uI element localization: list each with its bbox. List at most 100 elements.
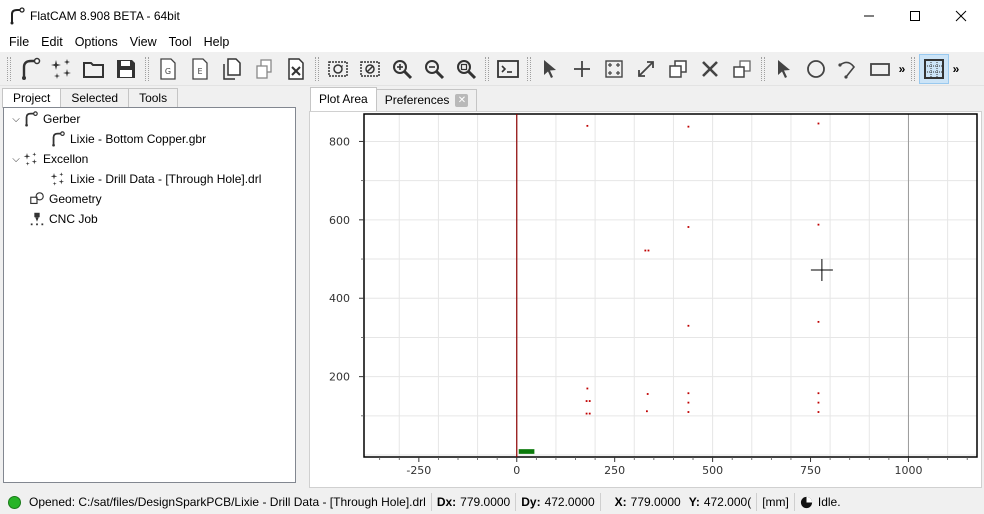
- drill-hole-point: [646, 410, 648, 413]
- tab-selected[interactable]: Selected: [60, 88, 130, 107]
- status-indicator-icon: [8, 495, 21, 509]
- status-bar: Opened: C:/sat/files/DesignSparkPCB/Lixi…: [0, 490, 984, 514]
- menu-file[interactable]: File: [3, 35, 35, 49]
- toolbar-grip[interactable]: [315, 56, 319, 81]
- zoom-in-icon: [393, 59, 413, 79]
- select-tool-button[interactable]: [535, 54, 565, 84]
- drill-hole-point: [588, 412, 591, 415]
- main-toolbar: G E » »: [0, 52, 984, 86]
- toolbar-grip[interactable]: [485, 56, 489, 81]
- drill-hole-point: [585, 412, 588, 415]
- title-bar: FlatCAM 8.908 BETA - 64bit: [0, 0, 984, 31]
- tab-project[interactable]: Project: [2, 88, 62, 108]
- cnc-drill-icon: [28, 210, 46, 228]
- open-gerber-button[interactable]: [15, 54, 45, 84]
- duplicate-object-icon: [256, 58, 272, 79]
- clear-plot-button[interactable]: [355, 54, 385, 84]
- snap-grid-button[interactable]: [919, 53, 949, 84]
- activity-icon: [800, 496, 812, 508]
- tree-item-excellon[interactable]: ⌵ Excellon: [10, 149, 88, 169]
- add-circle-button[interactable]: [801, 54, 831, 84]
- menu-help[interactable]: Help: [198, 35, 236, 49]
- save-icon: [117, 59, 135, 78]
- open-excellon-button[interactable]: [47, 54, 77, 84]
- drill-hole-point: [586, 124, 589, 127]
- minimize-button[interactable]: [846, 0, 892, 31]
- toolbar-overflow-button-2[interactable]: »: [950, 54, 962, 84]
- new-excellon-button[interactable]: E: [185, 54, 215, 84]
- delete-icon: [702, 60, 718, 77]
- toolbar-grip[interactable]: [761, 56, 765, 81]
- zoom-in-button[interactable]: [387, 54, 417, 84]
- drill-hole-point: [817, 223, 820, 226]
- notebook-tabs: Project Selected Tools: [2, 88, 303, 108]
- y-tick-label: 600: [329, 214, 350, 227]
- toolbar-grip[interactable]: [911, 56, 915, 81]
- separator: [430, 493, 432, 511]
- new-document-button[interactable]: [217, 54, 247, 84]
- add-rectangle-button[interactable]: [865, 54, 895, 84]
- shell-button[interactable]: [493, 54, 523, 84]
- drill-hole-point: [588, 400, 591, 402]
- add-drill-array-button[interactable]: [599, 54, 629, 84]
- tab-preferences[interactable]: Preferences ✕: [375, 89, 478, 111]
- flatcam-window: FlatCAM 8.908 BETA - 64bit File Edit Opt…: [0, 0, 984, 514]
- duplicate-button[interactable]: [249, 54, 279, 84]
- toolbar-grip[interactable]: [7, 56, 11, 81]
- maximize-button[interactable]: [892, 0, 938, 31]
- x-value: 779.0000: [630, 495, 681, 509]
- toolbar-grip[interactable]: [145, 56, 149, 81]
- menu-options[interactable]: Options: [69, 35, 124, 49]
- expand-chevron-icon[interactable]: ⌵: [10, 154, 22, 165]
- gerber-icon: [49, 130, 67, 148]
- plot-background: [364, 114, 977, 457]
- tree-item-cnc-job[interactable]: CNC Job: [28, 209, 98, 229]
- save-project-button[interactable]: [111, 54, 141, 84]
- snap-grid-icon: [924, 58, 944, 79]
- plot-svg[interactable]: -250 0 250 500 750 1000 200 400 600 800: [310, 112, 981, 487]
- expand-chevron-icon[interactable]: ⌵: [10, 114, 22, 125]
- plot-canvas[interactable]: -250 0 250 500 750 1000 200 400 600 800: [309, 111, 982, 488]
- tree-item-geometry[interactable]: Geometry: [28, 189, 102, 209]
- flatcam-logo-icon: [10, 6, 25, 24]
- tab-tools[interactable]: Tools: [128, 88, 179, 107]
- drill-hole-point: [646, 393, 649, 395]
- drill-hole-point: [687, 226, 690, 228]
- menu-view[interactable]: View: [124, 35, 163, 49]
- toolbar-overflow-button[interactable]: »: [896, 54, 908, 84]
- resize-drill-button[interactable]: [631, 54, 661, 84]
- drill-hole-point: [644, 249, 647, 252]
- tree-item-label: Lixie - Bottom Copper.gbr: [70, 132, 207, 146]
- delete-drill-button[interactable]: [695, 54, 725, 84]
- zoom-fit-button[interactable]: [451, 54, 481, 84]
- open-gerber-icon: [22, 57, 41, 80]
- replot-button[interactable]: [323, 54, 353, 84]
- delete-object-button[interactable]: [281, 54, 311, 84]
- menu-edit[interactable]: Edit: [35, 35, 69, 49]
- drill-hole-point: [817, 411, 820, 413]
- geo-select-button[interactable]: [769, 54, 799, 84]
- open-excellon-icon: [51, 58, 71, 79]
- add-drill-button[interactable]: [567, 54, 597, 84]
- move-drill-button[interactable]: [727, 54, 757, 84]
- new-gcode-button[interactable]: G: [153, 54, 183, 84]
- arc-icon: [838, 61, 856, 79]
- resize-icon: [638, 60, 654, 77]
- menu-tool[interactable]: Tool: [163, 35, 198, 49]
- zoom-out-button[interactable]: [419, 54, 449, 84]
- tree-item-label: Lixie - Drill Data - [Through Hole].drl: [70, 172, 262, 186]
- plot-panel: Plot Area Preferences ✕ -250 0 250 500 750 10…: [307, 86, 984, 488]
- plot-tabs: Plot Area Preferences ✕: [310, 87, 478, 111]
- separator: [756, 493, 758, 511]
- copy-drill-button[interactable]: [663, 54, 693, 84]
- open-project-button[interactable]: [79, 54, 109, 84]
- tree-item-excellon-file[interactable]: Lixie - Drill Data - [Through Hole].drl: [49, 169, 261, 189]
- toolbar-grip[interactable]: [527, 56, 531, 81]
- close-tab-icon[interactable]: ✕: [455, 94, 469, 107]
- tab-plot-area[interactable]: Plot Area: [310, 87, 377, 111]
- tree-item-gerber[interactable]: ⌵ Gerber: [10, 109, 80, 129]
- tree-item-label: Gerber: [43, 112, 81, 126]
- tree-item-gerber-file[interactable]: Lixie - Bottom Copper.gbr: [49, 129, 206, 149]
- add-arc-button[interactable]: [833, 54, 863, 84]
- close-button[interactable]: [938, 0, 984, 31]
